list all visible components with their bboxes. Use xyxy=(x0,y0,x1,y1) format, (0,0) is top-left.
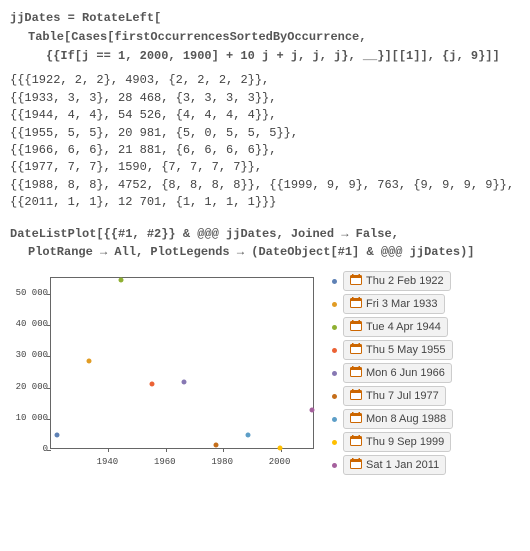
calendar-icon xyxy=(350,366,362,380)
legend-item: Mon 6 Jun 1966 xyxy=(332,363,453,383)
legend-dot xyxy=(332,463,337,468)
legend-label: Mon 6 Jun 1966 xyxy=(366,367,445,379)
code-line: PlotRange → All, PlotLegends → (DateObje… xyxy=(10,244,520,261)
plot-legend: Thu 2 Feb 1922 Fri 3 Mar 1933 Tue 4 Apr 19… xyxy=(332,271,453,475)
data-point xyxy=(214,443,219,448)
calendar-icon xyxy=(350,412,362,426)
legend-dot xyxy=(332,325,337,330)
x-tick-label: 2000 xyxy=(269,457,291,467)
code-line: jjDates = RotateLeft[ xyxy=(10,10,520,27)
data-point xyxy=(245,433,250,438)
date-object-box[interactable]: Thu 2 Feb 1922 xyxy=(343,271,451,291)
output-line: {{1955, 5, 5}, 20 981, {5, 0, 5, 5, 5}}, xyxy=(10,125,520,142)
y-tick-label: 50 000 xyxy=(10,288,48,298)
data-point xyxy=(310,408,315,413)
x-tick-mark xyxy=(166,448,167,452)
calendar-icon xyxy=(350,297,362,311)
calendar-icon xyxy=(350,274,362,288)
legend-item: Mon 8 Aug 1988 xyxy=(332,409,453,429)
legend-item: Thu 2 Feb 1922 xyxy=(332,271,453,291)
code-line: Table[Cases[firstOccurrencesSortedByOccu… xyxy=(10,29,520,46)
date-object-box[interactable]: Thu 5 May 1955 xyxy=(343,340,453,360)
legend-label: Sat 1 Jan 2011 xyxy=(366,459,439,471)
legend-dot xyxy=(332,394,337,399)
output-line: {{1966, 6, 6}, 21 881, {6, 6, 6, 6}}, xyxy=(10,142,520,159)
legend-dot xyxy=(332,302,337,307)
legend-dot xyxy=(332,371,337,376)
legend-label: Thu 9 Sep 1999 xyxy=(366,436,444,448)
data-point xyxy=(277,445,282,450)
legend-item: Thu 5 May 1955 xyxy=(332,340,453,360)
legend-item: Thu 9 Sep 1999 xyxy=(332,432,453,452)
date-object-box[interactable]: Tue 4 Apr 1944 xyxy=(343,317,448,337)
date-object-box[interactable]: Thu 9 Sep 1999 xyxy=(343,432,451,452)
legend-dot xyxy=(332,440,337,445)
legend-label: Thu 2 Feb 1922 xyxy=(366,275,444,287)
date-object-box[interactable]: Mon 8 Aug 1988 xyxy=(343,409,453,429)
x-tick-label: 1940 xyxy=(97,457,119,467)
output-line: {{1977, 7, 7}, 1590, {7, 7, 7, 7}}, xyxy=(10,159,520,176)
calendar-icon xyxy=(350,343,362,357)
legend-label: Tue 4 Apr 1944 xyxy=(366,321,441,333)
legend-dot xyxy=(332,348,337,353)
y-tick-label: 20 000 xyxy=(10,382,48,392)
output-block: {{{1922, 2, 2}, 4903, {2, 2, 2, 2}}, {{1… xyxy=(10,72,520,211)
calendar-icon xyxy=(350,320,362,334)
legend-label: Fri 3 Mar 1933 xyxy=(366,298,438,310)
date-list-plot: 0 10 000 20 000 30 000 40 000 50 000 1940 1960 1… xyxy=(10,271,320,471)
output-line: {{1933, 3, 3}, 28 468, {3, 3, 3, 3}}, xyxy=(10,90,520,107)
data-point xyxy=(150,382,155,387)
output-line: {{1988, 8, 8}, 4752, {8, 8, 8, 8}}, {{19… xyxy=(10,177,520,194)
y-tick-label: 30 000 xyxy=(10,350,48,360)
legend-item: Thu 7 Jul 1977 xyxy=(332,386,453,406)
x-tick-mark xyxy=(223,448,224,452)
x-tick-label: 1980 xyxy=(211,457,233,467)
legend-dot xyxy=(332,279,337,284)
legend-item: Sat 1 Jan 2011 xyxy=(332,455,453,475)
output-line: {{2011, 1, 1}, 12 701, {1, 1, 1, 1}}} xyxy=(10,194,520,211)
date-object-box[interactable]: Thu 7 Jul 1977 xyxy=(343,386,446,406)
y-tick-label: 40 000 xyxy=(10,319,48,329)
legend-dot xyxy=(332,417,337,422)
date-object-box[interactable]: Sat 1 Jan 2011 xyxy=(343,455,446,475)
plot-row: 0 10 000 20 000 30 000 40 000 50 000 1940 1960 1… xyxy=(10,271,520,475)
calendar-icon xyxy=(350,435,362,449)
y-tick-label: 10 000 xyxy=(10,413,48,423)
output-line: {{1944, 4, 4}, 54 526, {4, 4, 4, 4}}, xyxy=(10,107,520,124)
data-point xyxy=(86,359,91,364)
data-point xyxy=(182,379,187,384)
calendar-icon xyxy=(350,458,362,472)
legend-label: Thu 5 May 1955 xyxy=(366,344,446,356)
code-line: {{If[j == 1, 2000, 1900] + 10 j + j, j, … xyxy=(10,48,520,65)
data-point xyxy=(54,432,59,437)
x-tick-mark xyxy=(108,448,109,452)
date-object-box[interactable]: Fri 3 Mar 1933 xyxy=(343,294,445,314)
code-line: DateListPlot[{{#1, #2}} & @@@ jjDates, J… xyxy=(10,226,520,243)
y-tick-label: 0 xyxy=(10,444,48,454)
legend-item: Fri 3 Mar 1933 xyxy=(332,294,453,314)
x-tick-label: 1960 xyxy=(154,457,176,467)
plot-frame xyxy=(50,277,314,449)
legend-item: Tue 4 Apr 1944 xyxy=(332,317,453,337)
date-object-box[interactable]: Mon 6 Jun 1966 xyxy=(343,363,452,383)
legend-label: Mon 8 Aug 1988 xyxy=(366,413,446,425)
data-point xyxy=(118,277,123,282)
calendar-icon xyxy=(350,389,362,403)
output-line: {{{1922, 2, 2}, 4903, {2, 2, 2, 2}}, xyxy=(10,72,520,89)
legend-label: Thu 7 Jul 1977 xyxy=(366,390,439,402)
